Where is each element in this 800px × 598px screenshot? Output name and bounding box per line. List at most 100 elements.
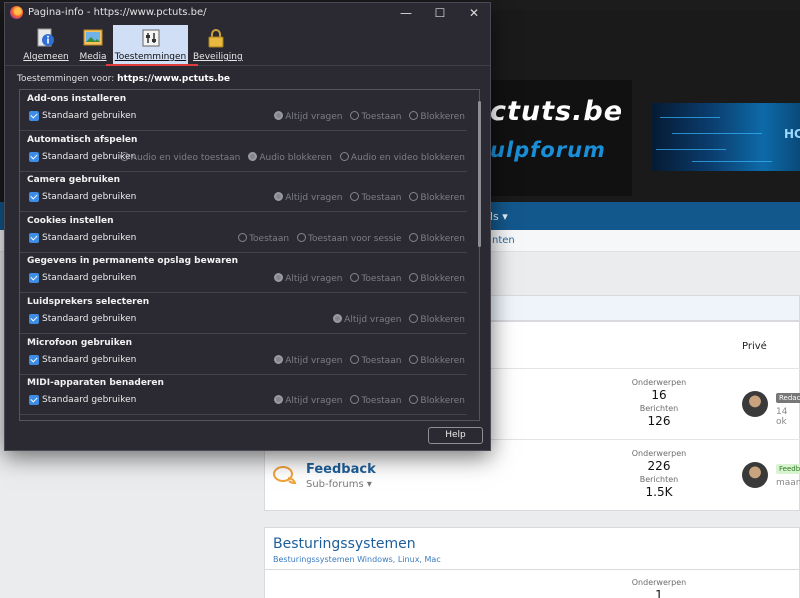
forum-title-feedback[interactable]: Feedback (306, 462, 376, 477)
permission-options: Toestaan Toestaan voor sessie Blokkeren (230, 232, 465, 244)
radio-button[interactable] (350, 192, 360, 202)
lock-icon (208, 29, 224, 48)
permission-title: Add-ons installeren (27, 94, 127, 104)
radio-button[interactable] (274, 354, 284, 364)
forum-stats: Onderwerpen 226 Berichten 1.5K (620, 449, 698, 501)
radio-button[interactable] (350, 273, 360, 283)
permission-option[interactable]: Blokkeren (409, 232, 465, 244)
permission-option[interactable]: Blokkeren (409, 192, 465, 203)
radio-button[interactable] (333, 314, 343, 323)
tab-media[interactable]: Media (73, 25, 113, 65)
permission-option[interactable]: Toestaan (350, 395, 401, 406)
category-title[interactable]: Besturingssystemen (273, 536, 416, 552)
use-default-label: Standaard gebruiken (42, 273, 137, 284)
radio-button[interactable] (350, 111, 360, 120)
permission-option[interactable]: Blokkeren (409, 273, 465, 284)
radio-button[interactable] (409, 232, 419, 242)
use-default-checkbox[interactable] (29, 151, 39, 162)
permission-option[interactable]: Toestaan (350, 354, 402, 366)
permission-option[interactable]: Altijd vragen (333, 314, 401, 325)
use-default-checkbox[interactable] (29, 273, 39, 284)
tab-permissions[interactable]: Toestemmingen (113, 25, 188, 65)
use-default-checkbox[interactable] (29, 395, 39, 406)
radio-button[interactable] (409, 354, 419, 364)
threads-count: 16 (651, 388, 667, 402)
permission-option[interactable]: Altijd vragen (274, 192, 342, 203)
option-label: Toestaan (361, 355, 402, 366)
avatar[interactable] (742, 462, 768, 488)
use-default-checkbox[interactable] (29, 192, 39, 203)
title-bar[interactable]: Pagina-info - https://www.pctuts.be/ — ☐… (5, 3, 490, 23)
maximize-button[interactable]: ☐ (422, 3, 458, 23)
permission-title: Microfoon gebruiken (27, 337, 132, 348)
use-default-checkbox[interactable] (29, 314, 39, 324)
radio-button[interactable] (409, 314, 419, 323)
permissions-list[interactable]: Add-ons installeren Standaard gebruiken Al… (19, 89, 480, 421)
active-tab-indicator (106, 64, 198, 66)
radio-button[interactable] (274, 111, 284, 120)
permission-option[interactable]: Audio en video blokkeren (339, 151, 465, 163)
radio-button[interactable] (119, 151, 129, 161)
permission-option[interactable]: Audio blokkeren (248, 151, 332, 163)
avatar[interactable] (742, 391, 768, 417)
use-default-checkbox[interactable] (29, 354, 39, 365)
option-label: Altijd vragen (285, 396, 343, 407)
radio-button[interactable] (274, 192, 284, 202)
radio-button[interactable] (339, 151, 349, 161)
radio-button[interactable] (409, 273, 419, 283)
subnav-item[interactable]: nten (492, 235, 515, 246)
permission-option[interactable]: Altijd vragen (274, 354, 342, 366)
permission-option[interactable]: Audio en video toestaan (119, 151, 240, 163)
use-default-label: Standaard gebruiken (42, 232, 137, 243)
logo-text-top: ctuts.be (490, 96, 624, 127)
permission-option[interactable]: Toestaan (350, 273, 401, 284)
radio-button[interactable] (409, 111, 419, 120)
radio-button[interactable] (248, 151, 258, 161)
option-label: Blokkeren (420, 233, 465, 244)
tab-toolbar: Algemeen Media Toestemmingen Beveiliging (5, 23, 490, 66)
subforums-dropdown[interactable]: Sub-forums ▾ (306, 479, 372, 490)
radio-button[interactable] (409, 192, 419, 202)
tab-label: Toestemmingen (114, 52, 187, 62)
permission-option[interactable]: Toestaan voor sessie (297, 232, 401, 244)
scrollbar-thumb[interactable] (478, 101, 481, 247)
media-icon (83, 29, 103, 46)
use-default-checkbox[interactable] (29, 111, 39, 121)
radio-button[interactable] (274, 395, 284, 405)
use-default-checkbox[interactable] (29, 232, 39, 243)
radio-button[interactable] (409, 395, 419, 405)
permission-option[interactable]: Blokkeren (409, 314, 465, 325)
permission-option[interactable]: Blokkeren (409, 111, 465, 122)
threads-label: Onderwerpen (631, 378, 687, 387)
option-label: Altijd vragen (285, 274, 343, 285)
threads-label: Onderwerpen (631, 578, 687, 587)
radio-button[interactable] (274, 273, 284, 283)
nav-item[interactable]: ls ▾ (490, 210, 508, 223)
permission-option[interactable]: Toestaan (238, 232, 289, 244)
site-logo[interactable]: ctuts.be ulpforum (476, 80, 632, 196)
permission-options: Altijd vragen Toestaan Blokkeren (266, 395, 465, 406)
tab-security[interactable]: Beveiliging (193, 25, 243, 65)
radio-button[interactable] (350, 354, 360, 364)
permission-option[interactable]: Toestaan (350, 111, 401, 122)
permission-row: Cookies instellen Standaard gebruiken Toes… (20, 212, 467, 253)
radio-button[interactable] (350, 395, 360, 405)
permission-option[interactable]: Altijd vragen (274, 273, 342, 284)
permission-option[interactable]: Blokkeren (409, 354, 465, 366)
close-button[interactable]: ✕ (456, 3, 492, 23)
tab-general[interactable]: Algemeen (23, 25, 69, 65)
option-label: Audio en video blokkeren (350, 152, 465, 163)
minimize-button[interactable]: — (388, 3, 424, 23)
help-button[interactable]: Help (428, 427, 483, 444)
threads-count: 226 (647, 459, 671, 473)
permission-row: MIDI-apparaten benaderen Standaard gebrui… (20, 374, 467, 416)
permission-options: Altijd vragen Toestaan Blokkeren (266, 354, 465, 366)
permission-option[interactable]: Altijd vragen (274, 111, 342, 122)
radio-button[interactable] (297, 232, 307, 242)
permission-option[interactable]: Toestaan (350, 192, 401, 203)
use-default-label: Standaard gebruiken (42, 192, 137, 203)
radio-button[interactable] (238, 232, 248, 242)
permission-option[interactable]: Altijd vragen (274, 395, 342, 406)
permission-option[interactable]: Blokkeren (409, 395, 465, 406)
option-label: Audio blokkeren (259, 152, 332, 163)
